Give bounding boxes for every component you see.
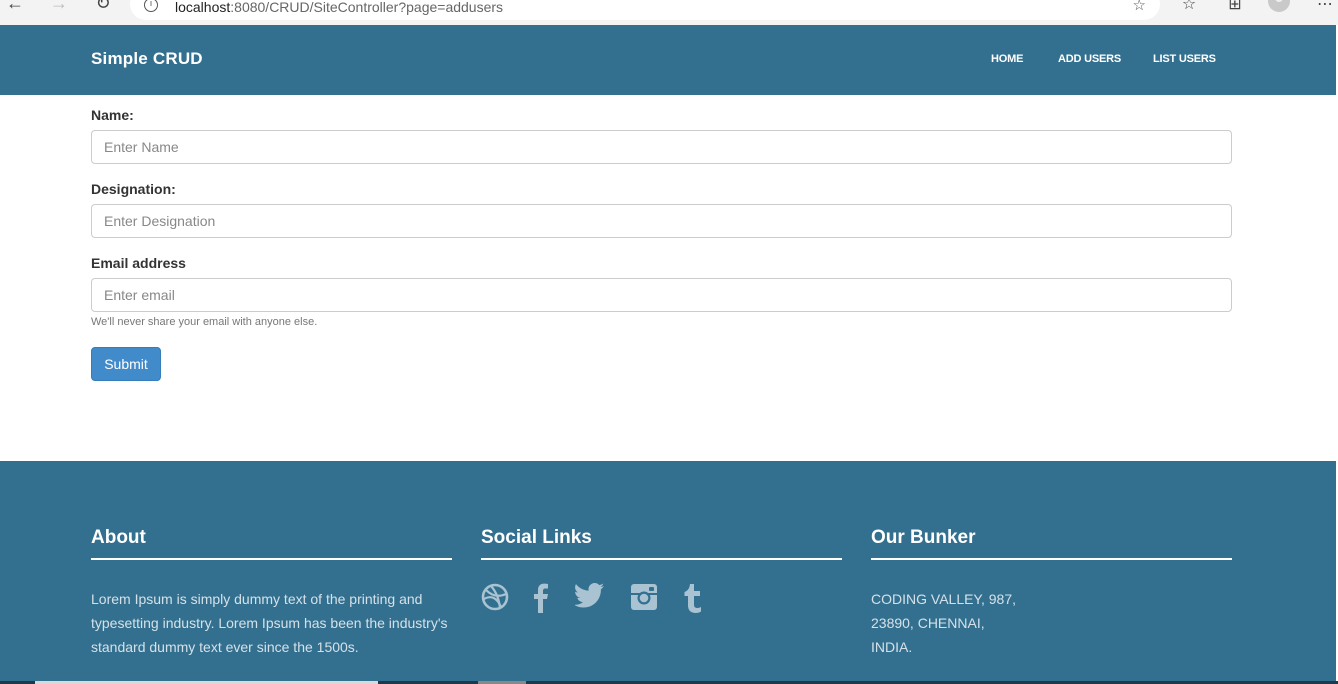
footer-bunker: Our Bunker CODING VALLEY, 987, 23890, CH… <box>871 527 1232 659</box>
collections-icon[interactable]: ⊞ <box>1224 0 1246 14</box>
brand-logo[interactable]: Simple CRUD <box>91 49 203 69</box>
designation-input[interactable] <box>91 204 1232 238</box>
footer-about: About Lorem Ipsum is simply dummy text o… <box>91 527 452 659</box>
email-help-text: We'll never share your email with anyone… <box>91 316 318 328</box>
social-heading: Social Links <box>481 527 842 560</box>
nav-add-users[interactable]: ADD USERS <box>1058 53 1121 65</box>
more-menu-icon[interactable]: ⋯ <box>1314 0 1336 14</box>
site-footer: About Lorem Ipsum is simply dummy text o… <box>0 461 1336 684</box>
site-header: Simple CRUD HOME ADD USERS LIST USERS <box>0 25 1336 95</box>
address-line: 23890, CHENNAI, <box>871 615 985 631</box>
address-line: CODING VALLEY, 987, <box>871 591 1016 607</box>
name-label: Name: <box>91 107 134 123</box>
profile-avatar[interactable] <box>1268 0 1290 12</box>
instagram-icon[interactable] <box>630 583 658 611</box>
favorites-list-icon[interactable]: ☆ <box>1178 0 1200 14</box>
address-line: INDIA. <box>871 639 913 655</box>
designation-label: Designation: <box>91 181 176 197</box>
reload-icon[interactable]: ↻ <box>92 0 114 14</box>
about-heading: About <box>91 527 452 560</box>
footer-social: Social Links <box>481 527 842 615</box>
address-bar[interactable]: i localhost:8080/CRUD/SiteController?pag… <box>130 0 1160 20</box>
bunker-address: CODING VALLEY, 987, 23890, CHENNAI, INDI… <box>871 587 1232 659</box>
site-info-icon[interactable]: i <box>144 0 158 12</box>
add-favorite-icon[interactable]: ☆ <box>1133 0 1146 14</box>
nav-list-users[interactable]: LIST USERS <box>1153 53 1216 65</box>
email-label: Email address <box>91 255 186 271</box>
browser-toolbar: ← → ↻ i localhost:8080/CRUD/SiteControll… <box>0 0 1338 25</box>
forward-arrow-icon[interactable]: → <box>48 0 70 14</box>
name-input[interactable] <box>91 130 1232 164</box>
back-arrow-icon[interactable]: ← <box>4 0 26 14</box>
nav-home[interactable]: HOME <box>991 53 1023 65</box>
about-text: Lorem Ipsum is simply dummy text of the … <box>91 591 448 655</box>
social-links <box>481 583 842 615</box>
facebook-icon[interactable] <box>533 583 549 613</box>
twitter-icon[interactable] <box>575 583 605 609</box>
dribbble-icon[interactable] <box>481 583 509 611</box>
submit-button[interactable]: Submit <box>91 347 161 381</box>
address-url[interactable]: localhost:8080/CRUD/SiteController?page=… <box>175 0 503 15</box>
bunker-heading: Our Bunker <box>871 527 1232 560</box>
email-input[interactable] <box>91 278 1232 312</box>
tumblr-icon[interactable] <box>684 583 702 613</box>
